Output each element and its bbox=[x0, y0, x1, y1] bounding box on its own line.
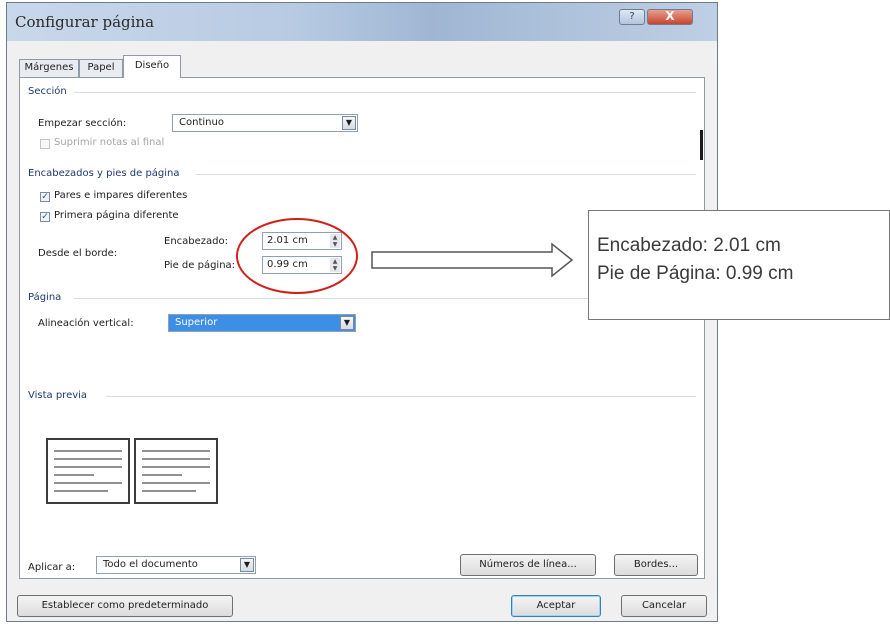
tab-diseno[interactable]: Diseño bbox=[123, 55, 181, 78]
callout-footer-text: Pie de Página: 0.99 cm bbox=[597, 263, 794, 284]
right-arrow-icon bbox=[371, 242, 574, 278]
highlight-ellipse bbox=[236, 218, 358, 294]
callout-box: Encabezado: 2.01 cm Pie de Página: 0.99 … bbox=[588, 210, 890, 320]
callout-header-text: Encabezado: 2.01 cm bbox=[597, 235, 781, 256]
